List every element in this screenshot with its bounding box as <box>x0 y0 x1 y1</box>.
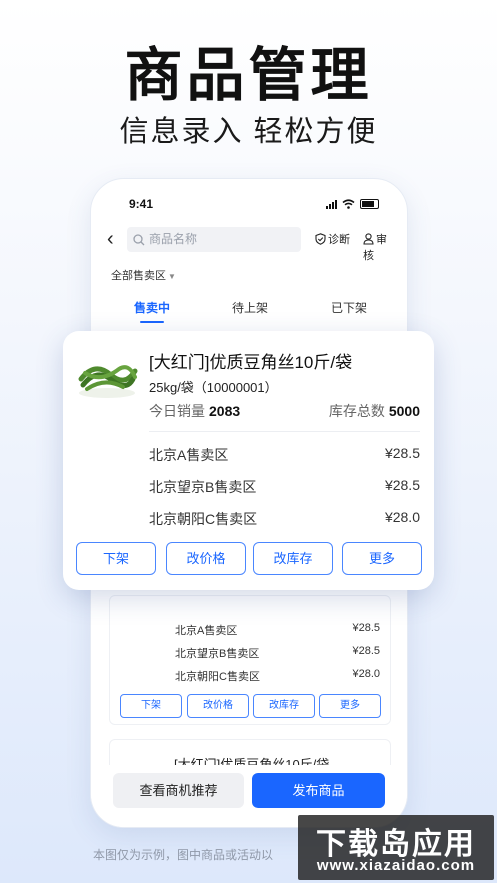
watermark-line2: www.xiazaidao.com <box>316 857 476 874</box>
product-card-background: 北京A售卖区 ¥28.5 北京望京B售卖区 ¥28.5 北京朝阳C售卖区 ¥28.0 … <box>109 595 391 725</box>
zone-price: ¥28.0 <box>352 668 380 680</box>
change-stock-button[interactable]: 改库存 <box>253 542 333 575</box>
stock-value: 5000 <box>388 403 420 419</box>
delist-button[interactable]: 下架 <box>76 542 156 575</box>
diagnose-button[interactable]: 诊断 <box>315 231 350 247</box>
change-stock-button-small[interactable]: 改库存 <box>253 694 315 718</box>
search-input[interactable]: 商品名称 <box>127 227 301 252</box>
publish-product-button[interactable]: 发布商品 <box>252 773 385 808</box>
zone-price: ¥28.5 <box>352 622 380 634</box>
page-headline: 商品管理 <box>124 43 373 108</box>
delist-button-small[interactable]: 下架 <box>120 694 182 718</box>
shield-icon <box>315 233 326 245</box>
green-bean-image <box>78 365 138 398</box>
product-card-featured: [大红门]优质豆角丝10斤/袋 25kg/袋（10000001） 今日销量 208… <box>63 331 434 590</box>
product-spec: 25kg/袋（10000001） <box>149 380 278 395</box>
caret-down-icon: ▼ <box>168 272 176 281</box>
stock-label: 库存总数 <box>328 403 385 419</box>
product-title: [大红门]优质豆角丝10斤/袋 <box>149 353 353 372</box>
change-price-button[interactable]: 改价格 <box>166 542 246 575</box>
zone-price: ¥28.0 <box>384 509 420 525</box>
zone-row: 北京朝阳C售卖区 ¥28.0 <box>149 509 420 529</box>
area-filter-label: 全部售卖区 <box>111 270 166 282</box>
status-bar: 9:41 <box>119 197 379 213</box>
status-time: 9:41 <box>129 197 154 211</box>
zone-row: 北京A售卖区 ¥28.5 <box>149 445 420 465</box>
zone-name: 北京A售卖区 <box>175 625 238 637</box>
sales-label: 今日销量 <box>149 403 205 419</box>
zone-price: ¥28.5 <box>384 445 420 461</box>
zone-name: 北京望京B售卖区 <box>175 648 260 660</box>
wifi-icon <box>342 199 355 209</box>
diagnose-label: 诊断 <box>328 234 350 246</box>
zone-row: 北京A售卖区 ¥28.5 <box>175 622 380 638</box>
tab-pending[interactable]: 待上架 <box>232 299 268 316</box>
review-button[interactable]: 审核 <box>363 231 397 263</box>
zone-price: ¥28.5 <box>352 645 380 657</box>
zone-name: 北京朝阳C售卖区 <box>175 671 260 683</box>
opportunity-button[interactable]: 查看商机推荐 <box>113 773 244 808</box>
tab-delisted[interactable]: 已下架 <box>331 299 367 316</box>
back-chevron-icon[interactable]: ‹ <box>107 229 114 249</box>
zone-row: 北京朝阳C售卖区 ¥28.0 <box>175 668 380 684</box>
zone-name: 北京朝阳C售卖区 <box>149 511 258 527</box>
area-filter-dropdown[interactable]: 全部售卖区 ▼ <box>111 267 176 283</box>
nav-bar: ‹ 商品名称 诊断 审核 <box>107 227 397 262</box>
footer-disclaimer: 本图仅为示例，图中商品或活动以 <box>93 848 274 862</box>
zone-price: ¥28.5 <box>384 477 420 493</box>
user-check-icon <box>363 233 374 245</box>
zone-row: 北京望京B售卖区 ¥28.5 <box>175 645 380 661</box>
page-subline: 信息录入 轻松方便 <box>119 116 378 148</box>
change-price-button-small[interactable]: 改价格 <box>187 694 249 718</box>
divider <box>149 431 420 432</box>
total-stock: 库存总数 5000 <box>329 401 420 421</box>
signal-icon <box>326 199 337 209</box>
search-icon <box>133 234 145 246</box>
zone-name: 北京A售卖区 <box>149 447 229 463</box>
status-icons <box>326 199 379 209</box>
status-tabs: 售卖中 待上架 已下架 <box>91 299 407 323</box>
more-button[interactable]: 更多 <box>342 542 422 575</box>
sales-value: 2083 <box>209 403 241 419</box>
watermark-logo: 下载岛应用 www.xiazaidao.com <box>298 815 494 880</box>
battery-icon <box>360 199 379 209</box>
more-button-small[interactable]: 更多 <box>319 694 381 718</box>
tab-on-sale[interactable]: 售卖中 <box>134 299 170 323</box>
today-sales: 今日销量 2083 <box>149 401 240 421</box>
search-placeholder: 商品名称 <box>149 232 198 246</box>
zone-row: 北京望京B售卖区 ¥28.5 <box>149 477 420 497</box>
zone-name: 北京望京B售卖区 <box>149 479 257 495</box>
